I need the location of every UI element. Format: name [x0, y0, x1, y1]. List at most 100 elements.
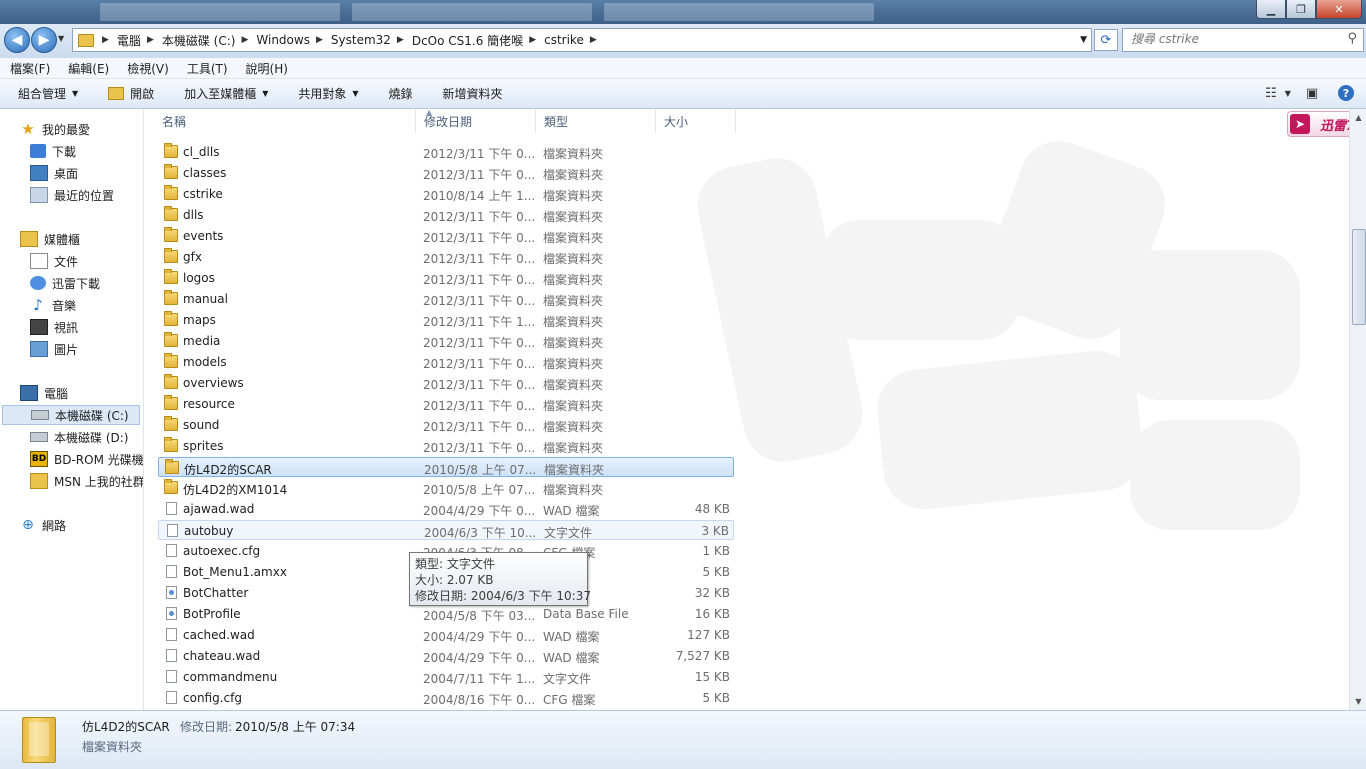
nav-network[interactable]: ⊕ 網路: [20, 515, 66, 535]
file-row[interactable]: chateau.wad 2004/4/29 下午 0... WAD 檔案 7,527 …: [158, 646, 734, 666]
nav-music[interactable]: ♪ 音樂: [30, 295, 76, 315]
file-row[interactable]: BotProfile 2004/5/8 下午 03... Data Base Fil…: [158, 604, 734, 624]
breadcrumb-item[interactable]: ▶ System32: [314, 33, 395, 47]
menu-file[interactable]: 檔案(F): [0, 60, 58, 77]
database-file-icon: [166, 607, 177, 620]
chevron-down-icon: ▼: [1284, 88, 1291, 98]
burn-button[interactable]: 燒錄: [371, 85, 425, 102]
view-options-button[interactable]: ☷ ▼: [1265, 83, 1291, 103]
nav-downloads[interactable]: 下載: [30, 141, 76, 161]
maximize-button[interactable]: ❐: [1286, 0, 1316, 19]
file-row[interactable]: ajawad.wad 2004/4/29 下午 0... WAD 檔案 48 KB: [158, 499, 734, 519]
nav-recent[interactable]: 最近的位置: [30, 185, 114, 205]
file-row[interactable]: autobuy 2004/6/3 下午 10... 文字文件 3 KB: [158, 520, 734, 540]
arrow-left-icon: ◀: [11, 32, 23, 48]
back-button[interactable]: ◀: [4, 27, 30, 53]
file-info-tooltip: 類型: 文字文件 大小: 2.07 KB 修改日期: 2004/6/3 下午 1…: [409, 552, 591, 606]
help-button[interactable]: ?: [1336, 83, 1356, 103]
breadcrumb-item[interactable]: ▶ 電腦: [100, 32, 145, 49]
minimize-button[interactable]: ▁: [1256, 0, 1286, 19]
chevron-down-icon: ▼: [262, 89, 269, 98]
forward-button[interactable]: ▶: [31, 27, 57, 53]
breadcrumb-item[interactable]: ▶ DcOo CS1.6 簡佬喉: [395, 32, 527, 49]
address-bar[interactable]: ▶ 電腦 ▶ 本機磁碟 (C:) ▶ Windows ▶ System32 ▶ DcOo …: [72, 28, 1092, 52]
file-row[interactable]: maps 2012/3/11 下午 1... 檔案資料夾: [158, 310, 734, 330]
file-row[interactable]: overviews 2012/3/11 下午 0... 檔案資料夾: [158, 373, 734, 393]
folder-icon: [164, 269, 178, 284]
nav-computer[interactable]: 電腦: [20, 383, 68, 403]
file-row[interactable]: resource 2012/3/11 下午 0... 檔案資料夾: [158, 394, 734, 414]
column-header-date[interactable]: 修改日期: [416, 109, 536, 133]
scroll-up-icon[interactable]: ▲: [1350, 109, 1366, 126]
file-icon: [166, 628, 177, 641]
search-input[interactable]: [1123, 29, 1331, 49]
nav-libraries[interactable]: 媒體櫃: [20, 229, 80, 249]
file-row[interactable]: models 2012/3/11 下午 0... 檔案資料夾: [158, 352, 734, 372]
organize-button[interactable]: 組合管理 ▼: [0, 85, 90, 102]
file-date: 2010/5/8 上午 07...: [424, 463, 537, 477]
column-header-type[interactable]: 類型: [536, 109, 656, 133]
file-row[interactable]: logos 2012/3/11 下午 0... 檔案資料夾: [158, 268, 734, 288]
nav-desktop[interactable]: 桌面: [30, 163, 78, 183]
file-row[interactable]: classes 2012/3/11 下午 0... 檔案資料夾: [158, 163, 734, 183]
refresh-button[interactable]: ⟳: [1094, 29, 1118, 51]
breadcrumb-item[interactable]: ▶ 本機磁碟 (C:): [145, 32, 240, 49]
folder-icon: [164, 395, 178, 410]
file-row[interactable]: 仿L4D2的SCAR 2010/5/8 上午 07... 檔案資料夾: [158, 457, 734, 477]
menu-tools[interactable]: 工具(T): [177, 60, 236, 77]
file-row[interactable]: cl_dlls 2012/3/11 下午 0... 檔案資料夾: [158, 142, 734, 162]
file-row[interactable]: gfx 2012/3/11 下午 0... 檔案資料夾: [158, 247, 734, 267]
recent-pages-dropdown[interactable]: ▼: [58, 34, 64, 43]
file-date: 2012/3/11 下午 0...: [423, 441, 536, 455]
file-row[interactable]: cached.wad 2004/4/29 下午 0... WAD 檔案 127 KB: [158, 625, 734, 645]
file-date: 2004/5/8 下午 03...: [423, 609, 536, 623]
breadcrumb-item[interactable]: ▶ Windows: [239, 33, 314, 47]
share-with-button[interactable]: 共用對象 ▼: [280, 85, 370, 102]
nav-favorites[interactable]: ★ 我的最愛: [20, 119, 90, 139]
open-button[interactable]: 開啟: [90, 85, 166, 102]
file-name: classes: [183, 166, 227, 180]
nav-videos[interactable]: 視訊: [30, 317, 78, 337]
add-to-library-button[interactable]: 加入至媒體櫃 ▼: [166, 85, 280, 102]
vertical-scrollbar[interactable]: ▲ ▼: [1349, 109, 1366, 710]
file-row[interactable]: sprites 2012/3/11 下午 0... 檔案資料夾: [158, 436, 734, 456]
file-name: models: [183, 355, 227, 369]
menu-view[interactable]: 檢視(V): [117, 60, 177, 77]
nav-drive-d[interactable]: 本機磁碟 (D:): [30, 427, 128, 447]
file-row[interactable]: cstrike 2010/8/14 上午 1... 檔案資料夾: [158, 184, 734, 204]
nav-pictures[interactable]: 圖片: [30, 339, 78, 359]
address-history-dropdown[interactable]: ▼: [1080, 35, 1087, 45]
nav-bd-rom[interactable]: BD BD-ROM 光碟機: [30, 449, 143, 469]
file-row[interactable]: dlls 2012/3/11 下午 0... 檔案資料夾: [158, 205, 734, 225]
column-header-name[interactable]: 名稱: [154, 109, 416, 133]
file-row[interactable]: media 2012/3/11 下午 0... 檔案資料夾: [158, 331, 734, 351]
file-row[interactable]: events 2012/3/11 下午 0... 檔案資料夾: [158, 226, 734, 246]
menu-bar: 檔案(F) 編輯(E) 檢視(V) 工具(T) 說明(H): [0, 58, 1366, 79]
chevron-down-icon: ▼: [72, 89, 79, 98]
file-name: logos: [183, 271, 215, 285]
nav-documents[interactable]: 文件: [30, 251, 78, 271]
nav-xunlei-downloads[interactable]: 迅雷下載: [30, 273, 100, 293]
new-folder-button[interactable]: 新增資料夾: [425, 85, 515, 102]
breadcrumb-item[interactable]: ▶ cstrike ▶: [527, 33, 601, 47]
nav-msn-groups[interactable]: MSN 上我的社群: [30, 471, 143, 491]
file-date: 2004/4/29 下午 0...: [423, 651, 536, 665]
menu-help[interactable]: 說明(H): [236, 60, 296, 77]
search-box[interactable]: ⚲: [1122, 28, 1364, 52]
chevron-right-icon: ▶: [102, 35, 109, 45]
nav-drive-c[interactable]: 本機磁碟 (C:): [2, 405, 140, 425]
file-date: 2012/3/11 下午 0...: [423, 252, 536, 266]
file-row[interactable]: 仿L4D2的XM1014 2010/5/8 上午 07... 檔案資料夾: [158, 478, 734, 498]
menu-edit[interactable]: 編輯(E): [58, 60, 117, 77]
close-button[interactable]: ✕: [1316, 0, 1362, 19]
file-row[interactable]: sound 2012/3/11 下午 0... 檔案資料夾: [158, 415, 734, 435]
file-row[interactable]: manual 2012/3/11 下午 0... 檔案資料夾: [158, 289, 734, 309]
scroll-down-icon[interactable]: ▼: [1350, 693, 1366, 710]
file-date: 2010/8/14 上午 1...: [423, 189, 536, 203]
folder-icon: [164, 374, 178, 389]
scrollbar-thumb[interactable]: [1352, 229, 1366, 325]
preview-pane-button[interactable]: ▣: [1302, 83, 1322, 103]
search-icon[interactable]: ⚲: [1347, 31, 1357, 46]
file-row[interactable]: commandmenu 2004/7/11 下午 1... 文字文件 15 KB: [158, 667, 734, 687]
file-row[interactable]: config.cfg 2004/8/16 下午 0... CFG 檔案 5 KB: [158, 688, 734, 708]
